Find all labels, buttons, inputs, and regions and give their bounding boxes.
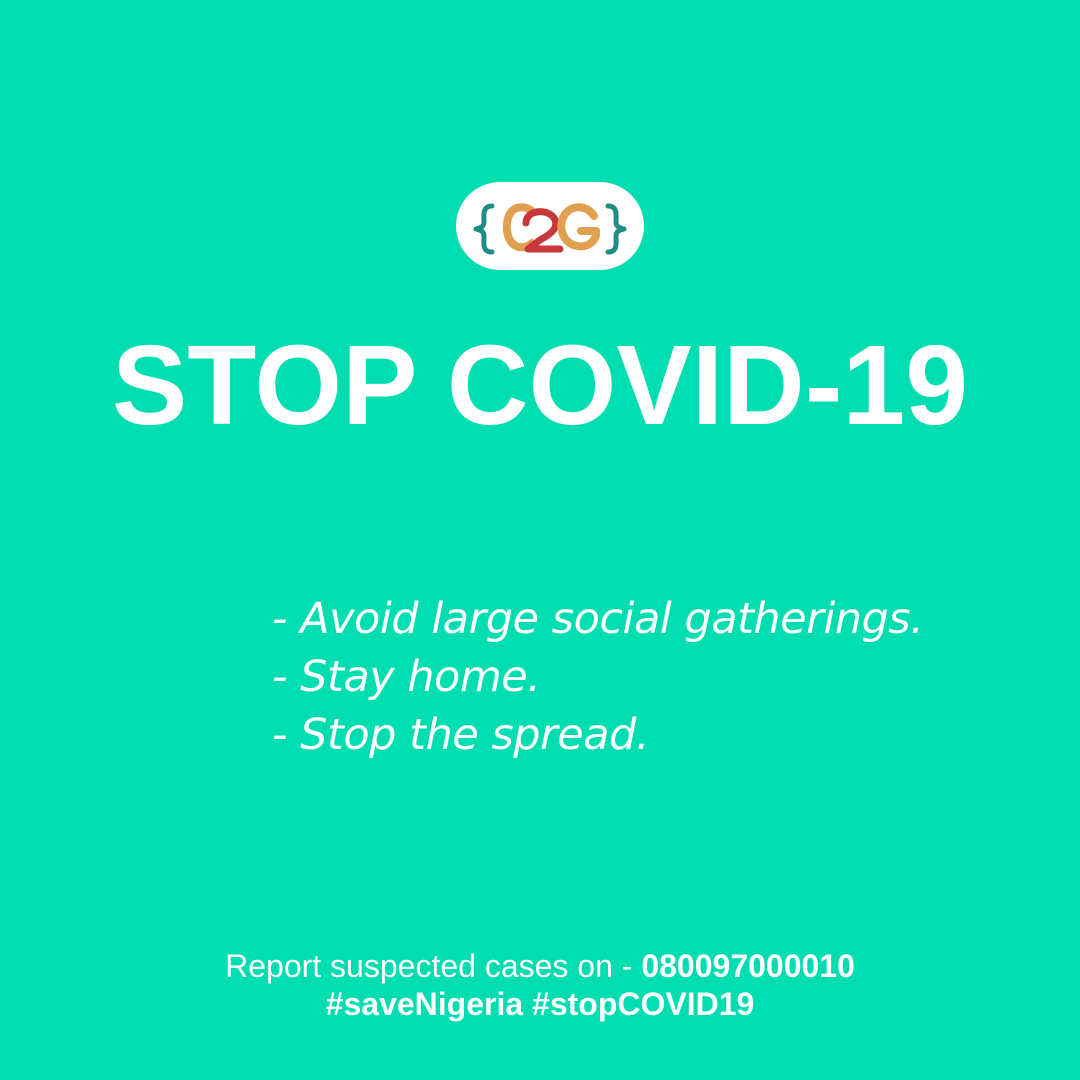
right-brace-icon — [605, 203, 627, 255]
hashtags: #saveNigeria #stopCOVID19 — [325, 986, 755, 1022]
footer: Report suspected cases on - 080097000010… — [0, 947, 1080, 1023]
c2g-logo — [456, 182, 644, 270]
headline: STOP COVID-19 — [111, 322, 969, 448]
tip-avoid-large-gatherings: - Avoid large social gatherings. — [272, 594, 924, 644]
report-line: Report suspected cases on - 080097000010 — [0, 947, 1080, 985]
poster: STOP COVID-19 - Avoid large social gathe… — [0, 0, 1080, 1080]
report-phone-number: 080097000010 — [641, 948, 855, 984]
safety-tips-list: - Avoid large social gatherings. - Stay … — [272, 590, 924, 764]
tip-stay-home: - Stay home. — [272, 652, 541, 702]
report-text: Report suspected cases on - — [225, 948, 642, 984]
c2g-logo-icon — [473, 203, 627, 255]
left-brace-icon — [473, 203, 495, 255]
digit-two-icon — [522, 208, 564, 253]
tip-stop-spread: - Stop the spread. — [272, 710, 650, 760]
letter-g-icon — [557, 203, 601, 251]
